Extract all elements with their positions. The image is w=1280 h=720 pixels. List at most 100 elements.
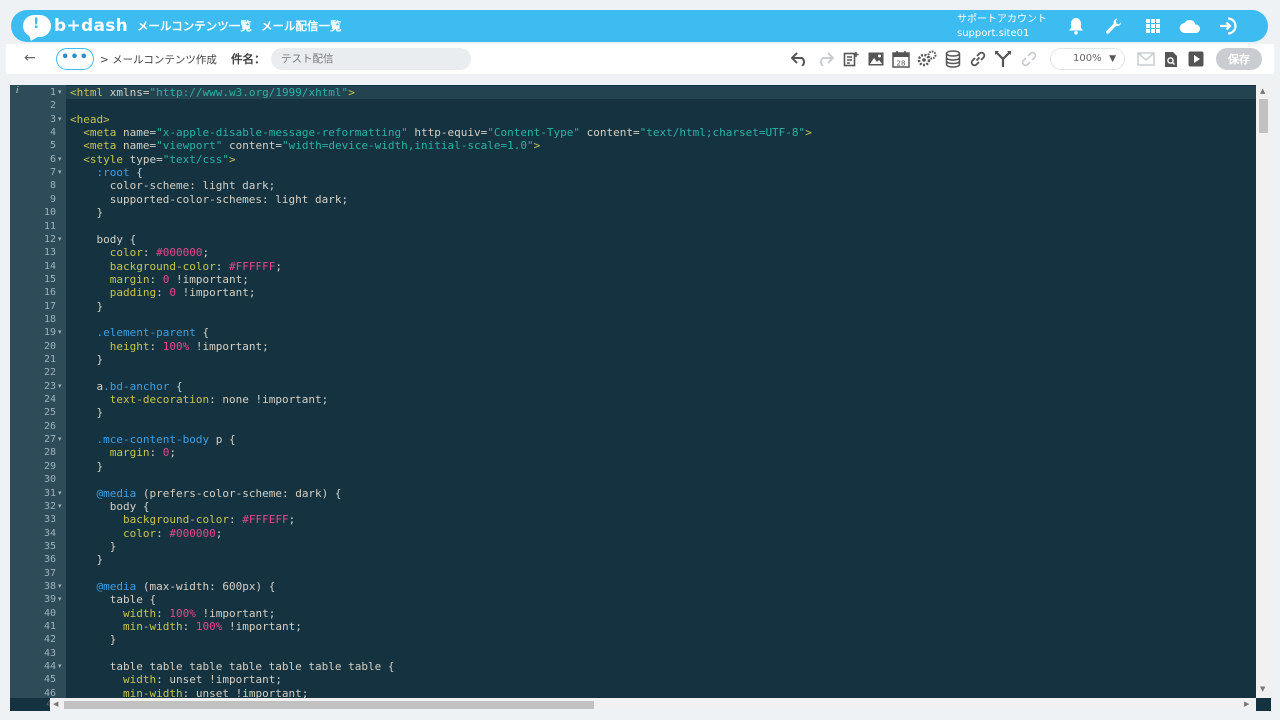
code-line[interactable]: .element-parent { <box>66 326 1256 339</box>
code-line[interactable]: supported-color-schemes: light dark; <box>66 193 1256 206</box>
subject-input[interactable] <box>271 48 471 70</box>
play-preview-icon[interactable] <box>1186 49 1206 69</box>
code-line[interactable]: <html xmlns="http://www.w3.org/1999/xhtm… <box>66 86 1256 100</box>
fold-toggle-icon[interactable]: ▾ <box>58 233 62 246</box>
scroll-down-arrow-icon[interactable]: ▼ <box>1260 685 1265 693</box>
code-line[interactable]: height: 100% !important; <box>66 340 1256 353</box>
code-line[interactable]: <meta name="x-apple-disable-message-refo… <box>66 126 1256 139</box>
horizontal-scrollbar[interactable]: ◀ ▶ <box>50 698 1256 711</box>
bdash-logo[interactable]: ! b+dash <box>23 14 128 38</box>
vertical-scrollbar[interactable]: ▲ ▼ <box>1256 85 1271 698</box>
redo-icon[interactable] <box>815 49 835 69</box>
fold-toggle-icon[interactable]: ▾ <box>58 433 62 446</box>
grid-icon[interactable] <box>1142 15 1164 37</box>
code-line[interactable]: padding: 0 !important; <box>66 286 1256 299</box>
code-line[interactable]: } <box>66 633 1256 646</box>
code-line[interactable]: color: #000000; <box>66 527 1256 540</box>
code-line[interactable]: text-decoration: none !important; <box>66 393 1256 406</box>
code-line[interactable] <box>66 313 1256 326</box>
code-line[interactable] <box>66 99 1256 112</box>
code-line[interactable] <box>66 366 1256 379</box>
fold-toggle-icon[interactable]: ▾ <box>58 500 62 513</box>
fold-toggle-icon[interactable]: ▾ <box>58 153 62 166</box>
code-line[interactable]: min-width: 100% !important; <box>66 620 1256 633</box>
code-editor[interactable]: i 4 1▾23▾456▾7▾89101112▾13141516171819▾2… <box>10 85 1271 711</box>
line-number: 25 <box>43 407 56 419</box>
code-line[interactable]: <style type="text/css"> <box>66 153 1256 166</box>
fold-toggle-icon[interactable]: ▾ <box>58 326 62 339</box>
link-icon[interactable] <box>968 49 988 69</box>
code-line[interactable]: table table table table table table tabl… <box>66 660 1256 673</box>
code-line[interactable]: } <box>66 353 1256 366</box>
back-arrow-icon[interactable]: ← <box>24 50 36 66</box>
nav-mail-contents[interactable]: メールコンテンツ一覧 <box>137 10 252 42</box>
logout-icon[interactable] <box>1218 15 1240 37</box>
code-line[interactable] <box>66 647 1256 660</box>
code-line[interactable]: width: 100% !important; <box>66 607 1256 620</box>
code-line[interactable]: :root { <box>66 166 1256 179</box>
add-block-icon[interactable] <box>841 49 861 69</box>
code-line[interactable]: color-scheme: light dark; <box>66 179 1256 192</box>
branch-icon[interactable] <box>993 49 1013 69</box>
code-line[interactable]: background-color: #FFFFFF; <box>66 260 1256 273</box>
code-line[interactable]: width: unset !important; <box>66 673 1256 686</box>
code-line[interactable] <box>66 420 1256 433</box>
code-line[interactable]: table { <box>66 593 1256 606</box>
scroll-left-arrow-icon[interactable]: ◀ <box>53 700 58 708</box>
wrench-icon[interactable] <box>1103 15 1125 37</box>
code-line[interactable]: } <box>66 540 1256 553</box>
vertical-scroll-thumb[interactable] <box>1259 99 1268 133</box>
scroll-up-arrow-icon[interactable]: ▲ <box>1260 87 1265 95</box>
code-line[interactable]: @media (max-width: 600px) { <box>66 580 1256 593</box>
more-menu-button[interactable]: ••• <box>56 48 94 70</box>
fold-toggle-icon[interactable]: ▾ <box>58 487 62 500</box>
preview-document-icon[interactable] <box>1161 49 1181 69</box>
fold-toggle-icon[interactable]: ▾ <box>58 166 62 179</box>
subject-label: 件名： <box>231 52 266 66</box>
nav-mail-delivery[interactable]: メール配信一覧 <box>261 10 342 42</box>
code-area[interactable]: <html xmlns="http://www.w3.org/1999/xhtm… <box>66 85 1256 698</box>
fold-toggle-icon[interactable]: ▾ <box>58 380 62 393</box>
mail-icon[interactable] <box>1136 49 1156 69</box>
zoom-select[interactable]: 100% ▼ <box>1050 48 1125 70</box>
code-line[interactable]: } <box>66 206 1256 219</box>
code-line[interactable]: min-width: unset !important; <box>66 687 1256 698</box>
image-icon[interactable] <box>866 49 886 69</box>
unlink-icon[interactable] <box>1019 49 1039 69</box>
code-line[interactable]: margin: 0 !important; <box>66 273 1256 286</box>
code-line[interactable] <box>66 220 1256 233</box>
code-line[interactable] <box>66 567 1256 580</box>
code-line[interactable]: @media (prefers-color-scheme: dark) { <box>66 487 1256 500</box>
code-line[interactable]: .mce-content-body p { <box>66 433 1256 446</box>
fold-toggle-icon[interactable]: ▾ <box>58 113 62 126</box>
top-header: ! b+dash メールコンテンツ一覧 メール配信一覧 サポートアカウント su… <box>11 10 1268 42</box>
calendar-icon[interactable]: 28 <box>891 49 911 69</box>
horizontal-scroll-thumb[interactable] <box>64 701 594 709</box>
code-line[interactable]: body { <box>66 233 1256 246</box>
code-line[interactable]: } <box>66 553 1256 566</box>
code-line[interactable]: } <box>66 406 1256 419</box>
code-line[interactable]: color: #000000; <box>66 246 1256 259</box>
fold-toggle-icon[interactable]: ▾ <box>58 660 62 673</box>
fold-toggle-icon[interactable]: ▾ <box>58 580 62 593</box>
code-line[interactable]: <head> <box>66 113 1256 126</box>
save-button[interactable]: 保存 <box>1216 48 1262 70</box>
code-line[interactable]: margin: 0; <box>66 446 1256 459</box>
scroll-right-arrow-icon[interactable]: ▶ <box>1244 700 1249 708</box>
code-line[interactable]: } <box>66 300 1256 313</box>
fold-toggle-icon[interactable]: ▾ <box>58 86 62 99</box>
code-line[interactable] <box>66 473 1256 486</box>
undo-icon[interactable] <box>790 49 810 69</box>
database-icon[interactable] <box>943 49 963 69</box>
code-line[interactable]: } <box>66 460 1256 473</box>
breadcrumb: > メールコンテンツ作成 <box>100 54 217 66</box>
account-info[interactable]: サポートアカウント support.site01 <box>957 13 1047 41</box>
bell-icon[interactable] <box>1065 15 1087 37</box>
cloud-icon[interactable] <box>1179 15 1201 37</box>
code-line[interactable]: body { <box>66 500 1256 513</box>
code-line[interactable]: background-color: #FFFEFF; <box>66 513 1256 526</box>
fold-toggle-icon[interactable]: ▾ <box>58 593 62 606</box>
settings-gears-icon[interactable] <box>917 49 937 69</box>
code-line[interactable]: <meta name="viewport" content="width=dev… <box>66 139 1256 152</box>
code-line[interactable]: a.bd-anchor { <box>66 380 1256 393</box>
